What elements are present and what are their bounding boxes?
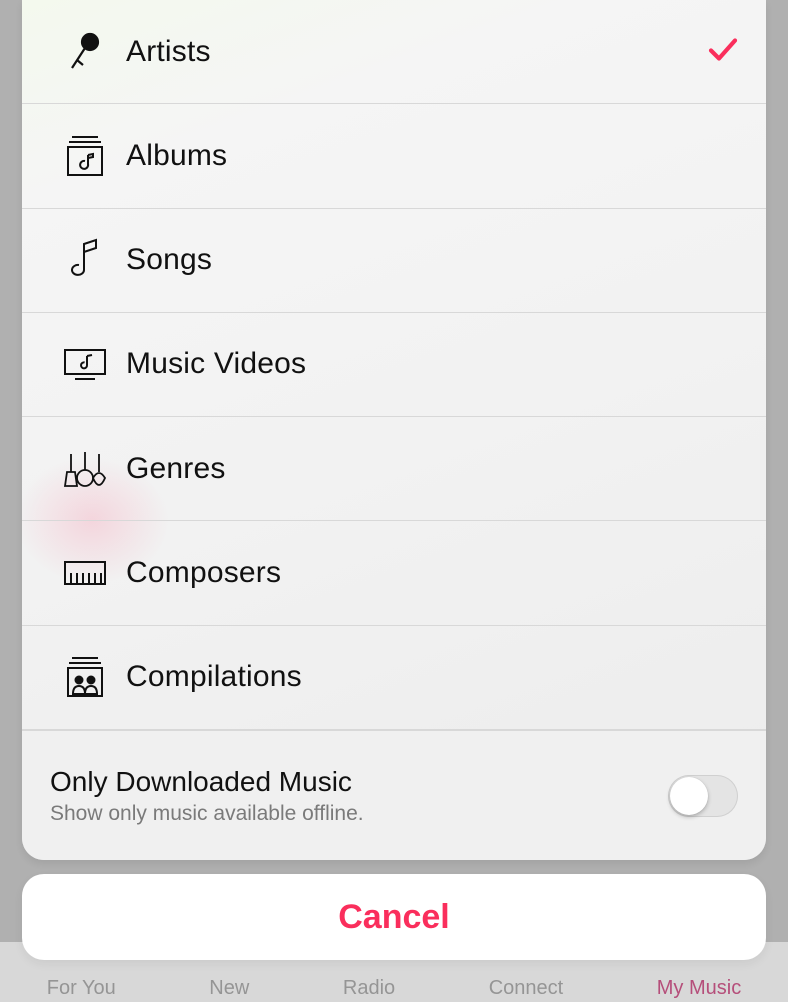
tab-my-music: My Music: [657, 977, 741, 1000]
piano-icon: [50, 558, 120, 588]
cancel-label: Cancel: [338, 898, 450, 937]
album-icon: [50, 135, 120, 177]
row-label: Music Videos: [126, 347, 306, 381]
note-icon: [50, 238, 120, 282]
tab-connect: Connect: [489, 977, 564, 1000]
toggle-knob: [670, 777, 708, 815]
row-label: Composers: [126, 556, 281, 590]
tab-new: New: [209, 977, 249, 1000]
row-label: Compilations: [126, 660, 302, 694]
row-genres[interactable]: Genres: [22, 417, 766, 521]
compilation-icon: [50, 656, 120, 698]
tab-radio: Radio: [343, 977, 395, 1000]
row-only-downloaded[interactable]: Only Downloaded Music Show only music av…: [22, 730, 766, 860]
downloaded-subtitle: Show only music available offline.: [50, 802, 364, 826]
row-composers[interactable]: Composers: [22, 521, 766, 625]
row-artists[interactable]: Artists: [22, 0, 766, 104]
row-label: Albums: [126, 139, 227, 173]
microphone-icon: [50, 32, 120, 72]
row-songs[interactable]: Songs: [22, 209, 766, 313]
row-albums[interactable]: Albums: [22, 104, 766, 208]
row-label: Songs: [126, 243, 212, 277]
checkmark-icon: [708, 36, 738, 67]
video-icon: [50, 346, 120, 382]
row-label: Genres: [126, 452, 226, 486]
downloaded-title: Only Downloaded Music: [50, 766, 364, 798]
library-sort-sheet: Artists Albums Songs: [22, 0, 766, 860]
row-label: Artists: [126, 35, 211, 69]
row-music-videos[interactable]: Music Videos: [22, 313, 766, 417]
downloaded-toggle[interactable]: [668, 775, 738, 817]
row-compilations[interactable]: Compilations: [22, 626, 766, 730]
cancel-button[interactable]: Cancel: [22, 874, 766, 960]
tab-for-you: For You: [47, 977, 116, 1000]
guitars-icon: [50, 448, 120, 490]
